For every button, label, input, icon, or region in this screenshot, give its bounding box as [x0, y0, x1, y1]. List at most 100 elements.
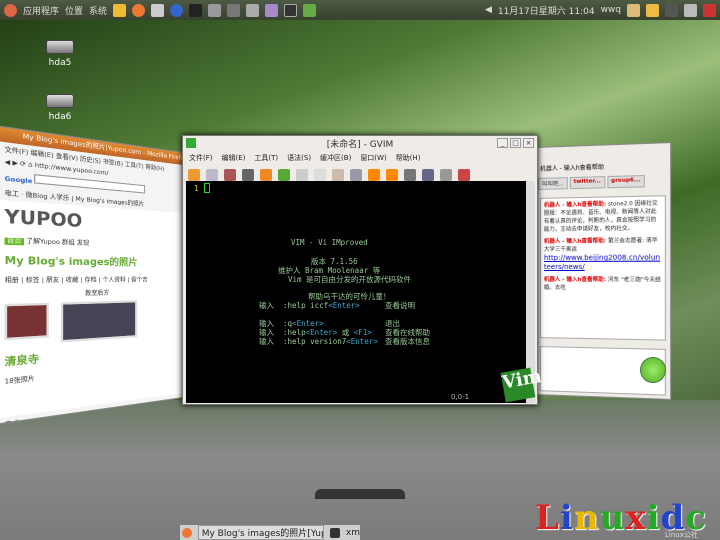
google-logo: Google — [4, 175, 33, 186]
splash-row-desc: 查看版本信息 — [385, 337, 430, 346]
maximize-button[interactable]: □ — [510, 138, 521, 148]
status-orb-icon[interactable] — [640, 357, 666, 383]
conversation-tab[interactable]: group6... — [606, 175, 645, 189]
camera-launcher-icon[interactable] — [246, 3, 260, 17]
paste-icon[interactable] — [332, 169, 344, 181]
redo-icon[interactable] — [278, 169, 290, 181]
notification-icon[interactable] — [646, 3, 659, 17]
shutdown-icon[interactable] — [703, 3, 716, 17]
find-replace-icon[interactable] — [350, 169, 362, 181]
desktop-icon-label: hda5 — [48, 58, 72, 68]
vim-app-icon — [186, 138, 196, 148]
page-title: My Blog's images的照片 — [4, 255, 138, 269]
screenshot-launcher-icon[interactable] — [208, 3, 222, 17]
nav-home[interactable]: 首页 — [4, 237, 25, 246]
gvim-window[interactable]: [未命名] - GVIM _ □ × 文件(F) 编辑(E) 工具(T) 语法(… — [182, 135, 543, 405]
watermark-letter: L — [535, 498, 560, 538]
menu-applications[interactable]: 应用程序 — [23, 4, 59, 17]
undo-icon[interactable] — [260, 169, 272, 181]
bottom-taskbar: My Blog's images的照片[Yup... xm — [180, 525, 360, 540]
conversation-tab[interactable]: 叫叫吧... — [537, 177, 568, 190]
make-icon[interactable] — [458, 169, 470, 181]
splash-title: VIM - Vi IMproved — [291, 238, 368, 247]
drive-icon — [46, 94, 74, 108]
menu-buffers[interactable]: 缓冲区(B) — [320, 153, 351, 163]
text-editor-launcher-icon[interactable] — [113, 3, 127, 17]
vim-launcher-icon[interactable] — [303, 3, 317, 17]
help-launcher-icon[interactable] — [170, 3, 184, 17]
line-number: 1 — [194, 184, 199, 193]
ubuntu-logo-icon[interactable] — [4, 3, 17, 17]
nav-groups[interactable]: 群组 — [62, 240, 75, 247]
message-link[interactable]: http://www.beijing2008.cn/volunteers/new… — [544, 253, 662, 272]
minimize-button[interactable]: _ — [497, 138, 508, 148]
cursor-position-ruler: 0,0-1 — [451, 393, 470, 401]
save-session-icon[interactable] — [422, 169, 434, 181]
network-icon[interactable] — [627, 3, 640, 17]
conversation-tab[interactable]: twitter... — [569, 176, 605, 190]
conversation-log[interactable]: 机器人 - 输入h查看帮助: stone2.0 因缘社交圈报：不论遇到、音乐、电… — [539, 195, 666, 341]
watermark-subtitle: Linux公社 — [665, 531, 698, 539]
photo-thumbnail[interactable] — [60, 300, 138, 343]
vim-editor-area[interactable]: 1 VIM - Vi IMproved 版本 7.1.56 维护人 Bram M… — [186, 181, 528, 403]
gimp-launcher-icon[interactable] — [227, 3, 241, 17]
mail-launcher-icon[interactable] — [151, 3, 165, 17]
taskbar-item-xm[interactable]: xm — [346, 528, 360, 538]
find-next-icon[interactable] — [368, 169, 380, 181]
window-title: [未命名] - GVIM — [326, 140, 394, 150]
firefox-launcher-icon[interactable] — [132, 3, 146, 17]
find-prev-icon[interactable] — [386, 169, 398, 181]
taskbar-item-firefox[interactable]: My Blog's images的照片[Yup... — [197, 525, 325, 540]
display-icon[interactable] — [665, 3, 678, 17]
menu-tools[interactable]: 工具(T) — [254, 153, 278, 163]
terminal-launcher-icon[interactable] — [284, 3, 298, 17]
user-name[interactable]: wwq — [601, 5, 621, 15]
watermark-letter: i — [646, 498, 661, 538]
watermark-letter: i — [559, 498, 574, 538]
clock[interactable]: 11月17日星期六 11:04 — [498, 4, 595, 17]
save-all-icon[interactable] — [224, 169, 236, 181]
run-script-icon[interactable] — [440, 169, 452, 181]
close-button[interactable]: × — [523, 138, 534, 148]
splash-row: 输入 :help iccf<Enter> — [259, 301, 360, 310]
print-icon[interactable] — [242, 169, 254, 181]
volume-icon[interactable]: ◀ — [485, 5, 492, 15]
save-icon[interactable] — [206, 169, 218, 181]
splash-row-desc: 查看说明 — [385, 301, 415, 310]
battery-icon[interactable] — [684, 3, 697, 17]
xm-icon — [330, 527, 340, 538]
drive-icon — [46, 40, 74, 54]
open-icon[interactable] — [188, 169, 200, 181]
gvim-menubar: 文件(F) 编辑(E) 工具(T) 语法(S) 缓冲区(B) 窗口(W) 帮助(… — [183, 151, 537, 165]
nav-about[interactable]: 了解Yupoo — [26, 238, 60, 246]
menu-help[interactable]: 帮助(H) — [396, 153, 421, 163]
splash-row: 输入 :help version7<Enter> — [259, 337, 378, 346]
album-thumbnail[interactable] — [4, 302, 49, 341]
app-launcher-icon[interactable] — [189, 3, 203, 17]
menu-syntax[interactable]: 语法(S) — [287, 153, 311, 163]
message: 机器人 - 输入h查看帮助: 第兰会志愿者: 清华大学三千奥运 http://w… — [543, 237, 662, 272]
pidgin-launcher-icon[interactable] — [265, 3, 279, 17]
cut-icon[interactable] — [296, 169, 308, 181]
load-session-icon[interactable] — [404, 169, 416, 181]
firefox-window[interactable]: My Blog's images的照片|Yupoo.com - Mozilla … — [0, 125, 184, 425]
menu-file[interactable]: 文件(F) — [189, 153, 213, 163]
desktop-icon-hda5[interactable]: hda5 — [40, 40, 80, 68]
conversation-title: 机器人 - 输入h查看帮助 — [539, 163, 605, 173]
menu-window[interactable]: 窗口(W) — [360, 153, 386, 163]
message: 机器人 - 输入h查看帮助: stone2.0 因缘社交圈报：不论遇到、音乐、电… — [543, 200, 658, 233]
copy-icon[interactable] — [314, 169, 326, 181]
desktop-icon-hda6[interactable]: hda6 — [40, 94, 80, 122]
menu-places[interactable]: 位置 — [65, 4, 83, 17]
firefox-icon — [182, 527, 192, 538]
menu-edit[interactable]: 编辑(E) — [222, 153, 246, 163]
message: 机器人 - 输入h查看帮助: 河东 "老三炮"今天结婚。去吃 — [543, 277, 661, 292]
window-switcher-tab — [315, 489, 405, 499]
splash-license: Vim 是可自由分发的开放源代码软件 — [288, 275, 412, 284]
vim-logo: Vim — [500, 366, 543, 403]
menu-system[interactable]: 系统 — [89, 4, 107, 17]
top-panel: 应用程序 位置 系统 ◀ 11月17日星期六 11:04 wwq — [0, 0, 720, 20]
gvim-titlebar[interactable]: [未命名] - GVIM _ □ × — [183, 136, 537, 151]
watermark-letter: x — [625, 498, 647, 538]
nav-explore[interactable]: 发现 — [77, 240, 89, 247]
